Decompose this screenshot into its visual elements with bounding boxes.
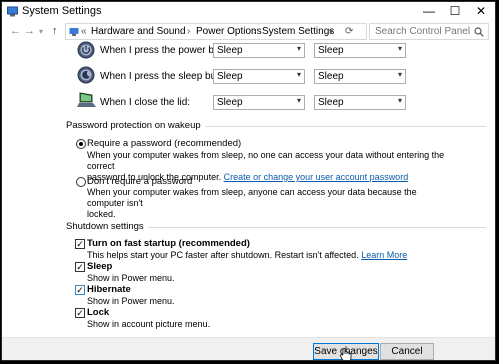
window-title: System Settings xyxy=(22,5,102,17)
refresh-icon[interactable]: ⟳ xyxy=(345,26,353,37)
lock-checkbox[interactable]: ✓ xyxy=(75,308,85,318)
lid-plugged-in-value: Sleep xyxy=(318,97,344,108)
navigation-bar: ← → ▾ ↑ « Hardware and Sound › Power Opt… xyxy=(2,21,495,43)
minimize-button[interactable]: — xyxy=(416,2,442,21)
control-panel-icon xyxy=(7,6,18,17)
sleep-button-plugged-in-value: Sleep xyxy=(318,71,344,82)
power-button-plugged-in-select[interactable]: Sleep ▾ xyxy=(314,43,406,58)
hibernate-description: Show in Power menu. xyxy=(87,296,175,306)
recent-chevron-icon[interactable]: ▾ xyxy=(39,27,43,36)
lid-close-label: When I close the lid: xyxy=(100,97,191,108)
search-input[interactable]: Search Control Panel xyxy=(369,23,489,40)
lock-label[interactable]: Lock xyxy=(87,307,109,318)
breadcrumb-separator: › xyxy=(253,26,257,37)
breadcrumb-hardware-and-sound[interactable]: Hardware and Sound xyxy=(91,26,186,37)
require-password-label[interactable]: Require a password (recommended) xyxy=(87,138,241,149)
power-button-plugged-in-value: Sleep xyxy=(318,45,344,56)
sleep-button-plugged-in-select[interactable]: Sleep ▾ xyxy=(314,69,406,84)
address-bar[interactable]: « Hardware and Sound › Power Options › S… xyxy=(65,23,367,40)
chevron-down-icon: ▾ xyxy=(397,96,402,105)
maximize-button[interactable]: ☐ xyxy=(442,2,468,21)
lock-description: Show in account picture menu. xyxy=(87,319,211,329)
chevron-down-icon: ▾ xyxy=(296,44,301,53)
search-placeholder: Search Control Panel xyxy=(375,26,471,37)
title-bar: System Settings — ☐ ✕ xyxy=(2,2,495,21)
fast-startup-checkbox[interactable]: ✓ xyxy=(75,239,85,249)
power-button-on-battery-value: Sleep xyxy=(217,45,243,56)
address-dropdown-icon[interactable]: ▾ xyxy=(329,27,333,36)
power-button-icon xyxy=(77,41,95,59)
no-password-desc-line2: locked. xyxy=(87,209,116,219)
fast-startup-desc-text: This helps start your PC faster after sh… xyxy=(87,250,359,260)
sleep-button-icon xyxy=(77,66,95,84)
hand-cursor-icon xyxy=(340,348,352,360)
no-password-label[interactable]: Don't require a password xyxy=(87,176,192,187)
fast-startup-label[interactable]: Turn on fast startup (recommended) xyxy=(87,238,250,249)
control-panel-small-icon xyxy=(69,28,79,36)
chevron-down-icon: ▾ xyxy=(296,96,301,105)
fast-startup-description: This helps start your PC faster after sh… xyxy=(87,250,407,260)
breadcrumb-system-settings[interactable]: System Settings xyxy=(262,26,334,37)
breadcrumb-power-options[interactable]: Power Options xyxy=(196,26,262,37)
chevron-down-icon: ▾ xyxy=(397,44,402,53)
learn-more-link[interactable]: Learn More xyxy=(361,250,407,260)
sleep-checkbox[interactable]: ✓ xyxy=(75,262,85,272)
sleep-button-on-battery-value: Sleep xyxy=(217,71,243,82)
close-button[interactable]: ✕ xyxy=(468,2,494,21)
hibernate-label[interactable]: Hibernate xyxy=(87,284,131,295)
chevron-down-icon: ▾ xyxy=(397,70,402,79)
breadcrumb-prefix: « xyxy=(81,26,87,37)
password-section-title: Password protection on wakeup xyxy=(66,120,205,131)
require-password-desc-line1: When your computer wakes from sleep, no … xyxy=(87,150,445,171)
lid-on-battery-value: Sleep xyxy=(217,97,243,108)
search-icon xyxy=(474,27,484,37)
sleep-description: Show in Power menu. xyxy=(87,273,175,283)
shutdown-section-title: Shutdown settings xyxy=(66,221,148,232)
hibernate-checkbox[interactable]: ✓ xyxy=(75,285,85,295)
back-arrow-icon[interactable]: ← xyxy=(10,25,21,37)
footer-bar: Save changes Cancel xyxy=(2,337,495,360)
laptop-lid-icon xyxy=(77,92,96,107)
breadcrumb-separator: › xyxy=(187,26,191,37)
no-password-desc-line1: When your computer wakes from sleep, any… xyxy=(87,187,417,208)
sleep-button-on-battery-select[interactable]: Sleep ▾ xyxy=(213,69,305,84)
lid-plugged-in-select[interactable]: Sleep ▾ xyxy=(314,95,406,110)
no-password-description: When your computer wakes from sleep, any… xyxy=(87,187,447,220)
power-button-on-battery-select[interactable]: Sleep ▾ xyxy=(213,43,305,58)
cancel-button[interactable]: Cancel xyxy=(380,343,434,360)
lid-on-battery-select[interactable]: Sleep ▾ xyxy=(213,95,305,110)
sleep-label[interactable]: Sleep xyxy=(87,261,112,272)
system-settings-window: System Settings — ☐ ✕ ← → ▾ ↑ « Hardware… xyxy=(1,1,496,361)
chevron-down-icon: ▾ xyxy=(296,70,301,79)
forward-arrow-icon[interactable]: → xyxy=(24,25,35,37)
no-password-radio[interactable] xyxy=(76,177,86,187)
up-arrow-icon[interactable]: ↑ xyxy=(52,25,58,37)
create-password-link[interactable]: Create or change your user account passw… xyxy=(224,172,409,182)
require-password-radio[interactable] xyxy=(76,139,86,149)
